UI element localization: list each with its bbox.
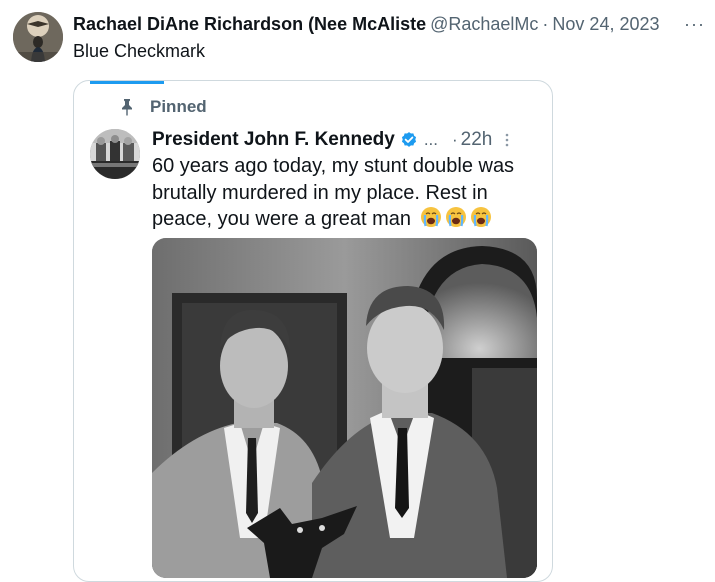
pinned-indicator: Pinned (120, 97, 207, 117)
verified-badge-icon (400, 131, 418, 149)
loudly-crying-face-emoji-icon (420, 206, 442, 228)
attached-photo[interactable] (152, 238, 537, 578)
quoted-post-time[interactable]: 22h (461, 129, 493, 151)
post-text: Blue Checkmark (73, 41, 206, 61)
quoted-author-avatar[interactable] (90, 129, 140, 179)
quoted-author-name[interactable]: President John F. Kennedy (152, 129, 395, 151)
quoted-separator-dot: · (452, 130, 458, 149)
quoted-post-header: President John F. Kennedy ... · 22h (152, 127, 536, 153)
quoted-post-card[interactable]: Pinned President John F. Kennedy ... · 2… (73, 80, 553, 582)
post-header: Rachael DiAne Richardson (Nee McAliste @… (73, 12, 707, 36)
author-name[interactable]: Rachael DiAne Richardson (Nee McAliste (73, 14, 426, 35)
author-handle[interactable]: @RachaelMc (430, 14, 538, 35)
separator-dot: · (542, 13, 549, 34)
post-date[interactable]: Nov 24, 2023 (552, 14, 659, 35)
quoted-more-options-icon[interactable] (504, 132, 510, 148)
name-truncation-ellipsis: ... (423, 130, 438, 149)
more-options-icon[interactable]: ··· (684, 14, 707, 35)
pin-icon (120, 98, 134, 116)
author-avatar[interactable] (13, 12, 63, 62)
loudly-crying-face-emoji-icon (470, 206, 492, 228)
loudly-crying-face-emoji-icon (445, 206, 467, 228)
quoted-post-text: 60 years ago today, my stunt double was … (152, 153, 532, 233)
active-indicator (90, 81, 164, 84)
pinned-label: Pinned (150, 97, 207, 116)
